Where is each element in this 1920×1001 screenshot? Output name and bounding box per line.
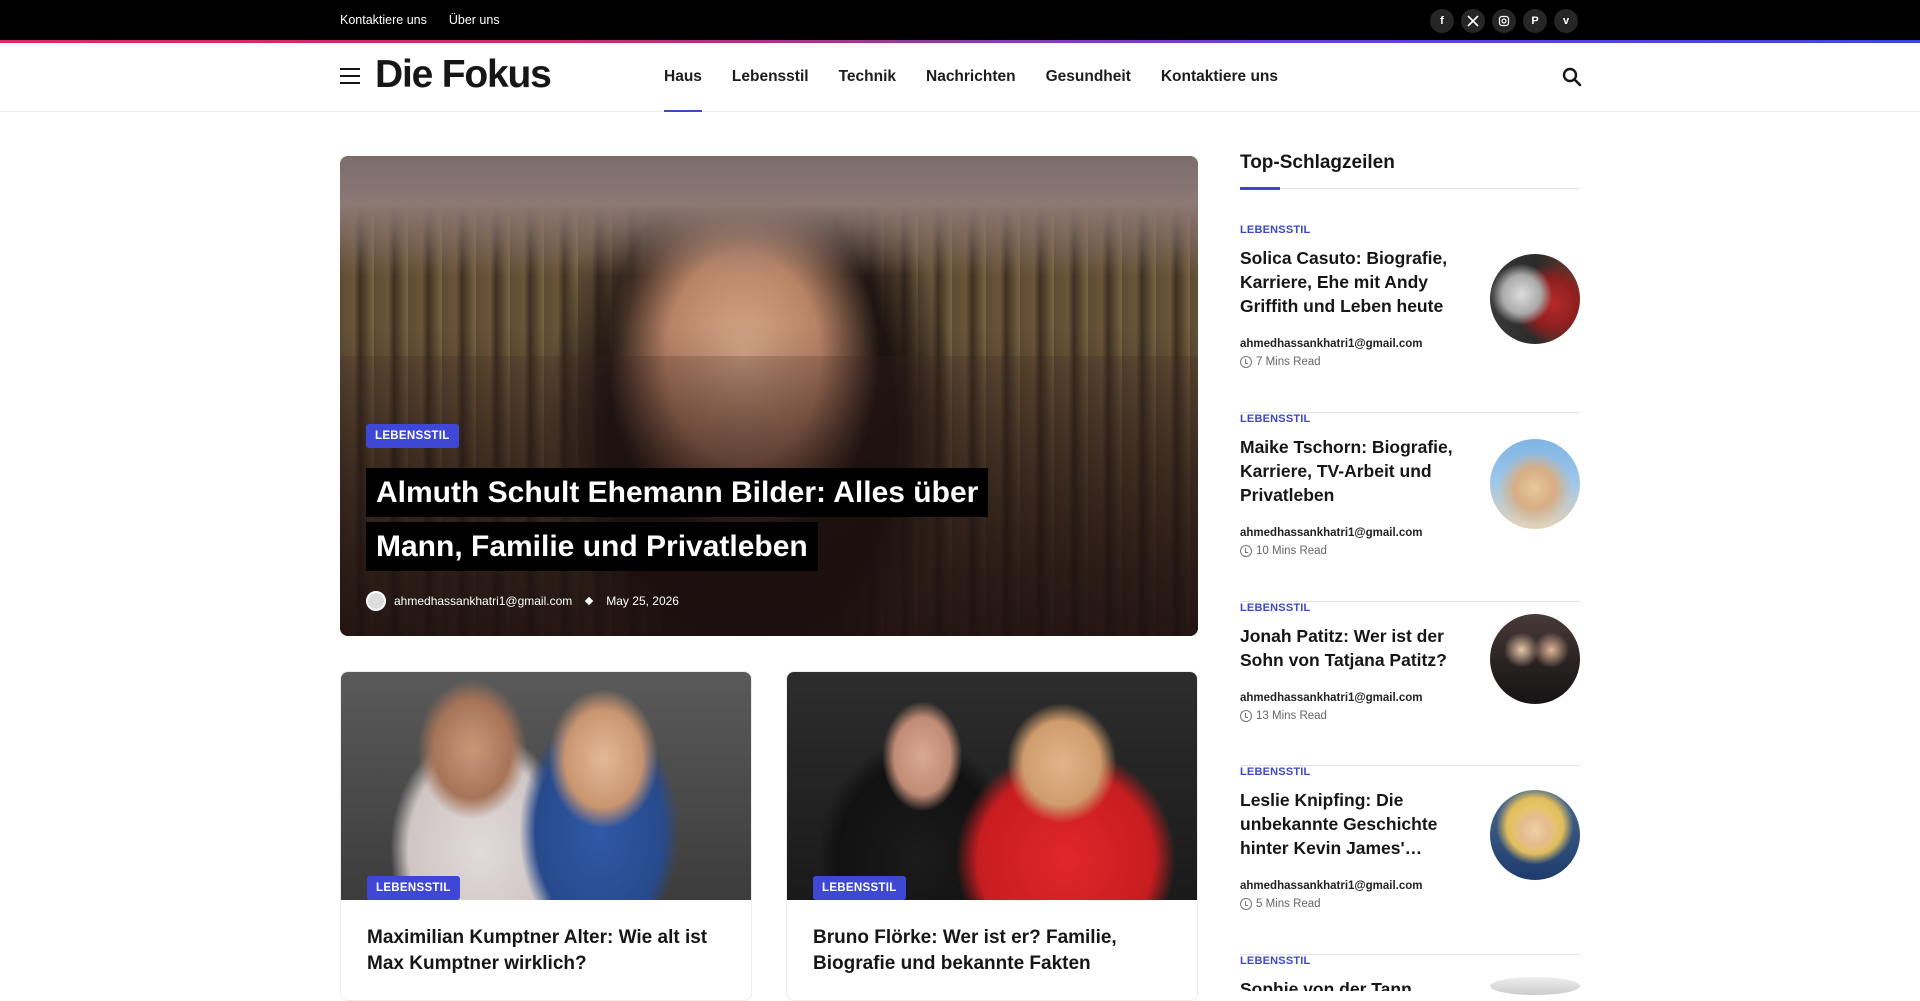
sidebar-item[interactable]: LEBENSSTIL Jonah Patitz: Wer ist der Soh… [1240,602,1580,766]
sidebar-thumbnail[interactable] [1490,977,1580,995]
sidebar-thumbnail[interactable] [1490,439,1580,529]
card-title[interactable]: Maximilian Kumptner Alter: Wie alt ist M… [367,925,727,977]
top-link-about[interactable]: Über uns [449,13,500,27]
sidebar-author[interactable]: ahmedhassankhatri1@gmail.com [1240,880,1423,892]
search-icon[interactable] [1562,67,1582,87]
featured-meta: ahmedhassankhatri1@gmail.com May 25, 202… [366,591,679,611]
instagram-icon[interactable] [1492,9,1516,33]
sidebar-author[interactable]: ahmedhassankhatri1@gmail.com [1240,527,1423,539]
top-link-contact[interactable]: Kontaktiere uns [340,13,427,27]
sidebar-author[interactable]: ahmedhassankhatri1@gmail.com [1240,338,1423,350]
clock-icon [1240,710,1252,722]
sidebar-category[interactable]: LEBENSSTIL [1240,766,1310,778]
site-header: Die Fokus Haus Lebensstil Technik Nachri… [0,43,1920,112]
nav-item-haus[interactable]: Haus [664,43,702,112]
social-links: f P v [1430,9,1578,33]
clock-icon [1240,356,1252,368]
sidebar-thumbnail[interactable] [1490,614,1580,704]
sidebar-item[interactable]: LEBENSSTIL Sophie von der Tann [1240,955,1580,995]
sidebar-item[interactable]: LEBENSSTIL Leslie Knipfing: Die unbekann… [1240,766,1580,955]
featured-date: May 25, 2026 [606,594,679,608]
category-badge[interactable]: LEBENSSTIL [366,424,459,448]
main-nav: Haus Lebensstil Technik Nachrichten Gesu… [664,43,1278,112]
sidebar-category[interactable]: LEBENSSTIL [1240,413,1310,425]
category-badge[interactable]: LEBENSSTIL [367,876,460,900]
sidebar-item[interactable]: LEBENSSTIL Solica Casuto: Biografie, Kar… [1240,224,1580,413]
sidebar-thumbnail[interactable] [1490,790,1580,880]
featured-image [340,156,1198,276]
sidebar-item[interactable]: LEBENSSTIL Maike Tschorn: Biografie, Kar… [1240,413,1580,602]
sidebar-headline[interactable]: Solica Casuto: Biografie, Karriere, Ehe … [1240,246,1470,318]
nav-item-gesundheit[interactable]: Gesundheit [1046,43,1131,111]
article-card[interactable]: LEBENSSTIL Maximilian Kumptner Alter: Wi… [340,671,752,1001]
top-bar: Kontaktiere uns Über uns f P v [0,0,1920,40]
featured-article[interactable]: LEBENSSTIL Almuth Schult Ehemann Bilder:… [340,156,1198,636]
top-links: Kontaktiere uns Über uns [340,0,500,40]
featured-title[interactable]: Almuth Schult Ehemann Bilder: Alles über… [366,466,989,574]
facebook-icon[interactable]: f [1430,9,1454,33]
nav-item-nachrichten[interactable]: Nachrichten [926,43,1016,111]
sidebar-read-time: 13 Mins Read [1240,710,1327,722]
sidebar-category[interactable]: LEBENSSTIL [1240,955,1310,967]
sidebar-headline[interactable]: Jonah Patitz: Wer ist der Sohn von Tatja… [1240,624,1470,672]
nav-item-technik[interactable]: Technik [839,43,896,111]
sidebar-thumbnail[interactable] [1490,254,1580,344]
site-logo[interactable]: Die Fokus [375,53,552,97]
pinterest-icon[interactable]: P [1523,9,1547,33]
x-icon[interactable] [1461,9,1485,33]
vimeo-icon[interactable]: v [1554,9,1578,33]
nav-item-lebensstil[interactable]: Lebensstil [732,43,809,111]
sidebar-read-time: 5 Mins Read [1240,898,1321,910]
author-avatar [366,591,386,611]
card-image[interactable] [787,672,1197,900]
sidebar-headline[interactable]: Sophie von der Tann [1240,977,1470,991]
card-title[interactable]: Bruno Flörke: Wer ist er? Familie, Biogr… [813,925,1173,977]
sidebar-title: Top-Schlagzeilen [1240,152,1580,190]
article-card[interactable]: LEBENSSTIL Bruno Flörke: Wer ist er? Fam… [786,671,1198,1001]
featured-author[interactable]: ahmedhassankhatri1@gmail.com [394,594,572,608]
clock-icon [1240,545,1252,557]
sidebar-headline[interactable]: Leslie Knipfing: Die unbekannte Geschich… [1240,788,1470,860]
sidebar-read-time: 10 Mins Read [1240,545,1327,557]
clock-icon [1240,898,1252,910]
sidebar-author[interactable]: ahmedhassankhatri1@gmail.com [1240,692,1423,704]
sidebar-headline[interactable]: Maike Tschorn: Biografie, Karriere, TV-A… [1240,435,1470,507]
nav-item-kontakt[interactable]: Kontaktiere uns [1161,43,1278,111]
category-badge[interactable]: LEBENSSTIL [813,876,906,900]
sidebar-category[interactable]: LEBENSSTIL [1240,602,1310,614]
card-image[interactable] [341,672,751,900]
menu-icon[interactable] [340,68,360,84]
sidebar-category[interactable]: LEBENSSTIL [1240,224,1310,236]
meta-separator [585,596,594,606]
sidebar-top-headlines: Top-Schlagzeilen LEBENSSTIL Solica Casut… [1240,152,1580,995]
sidebar-read-time: 7 Mins Read [1240,356,1321,368]
